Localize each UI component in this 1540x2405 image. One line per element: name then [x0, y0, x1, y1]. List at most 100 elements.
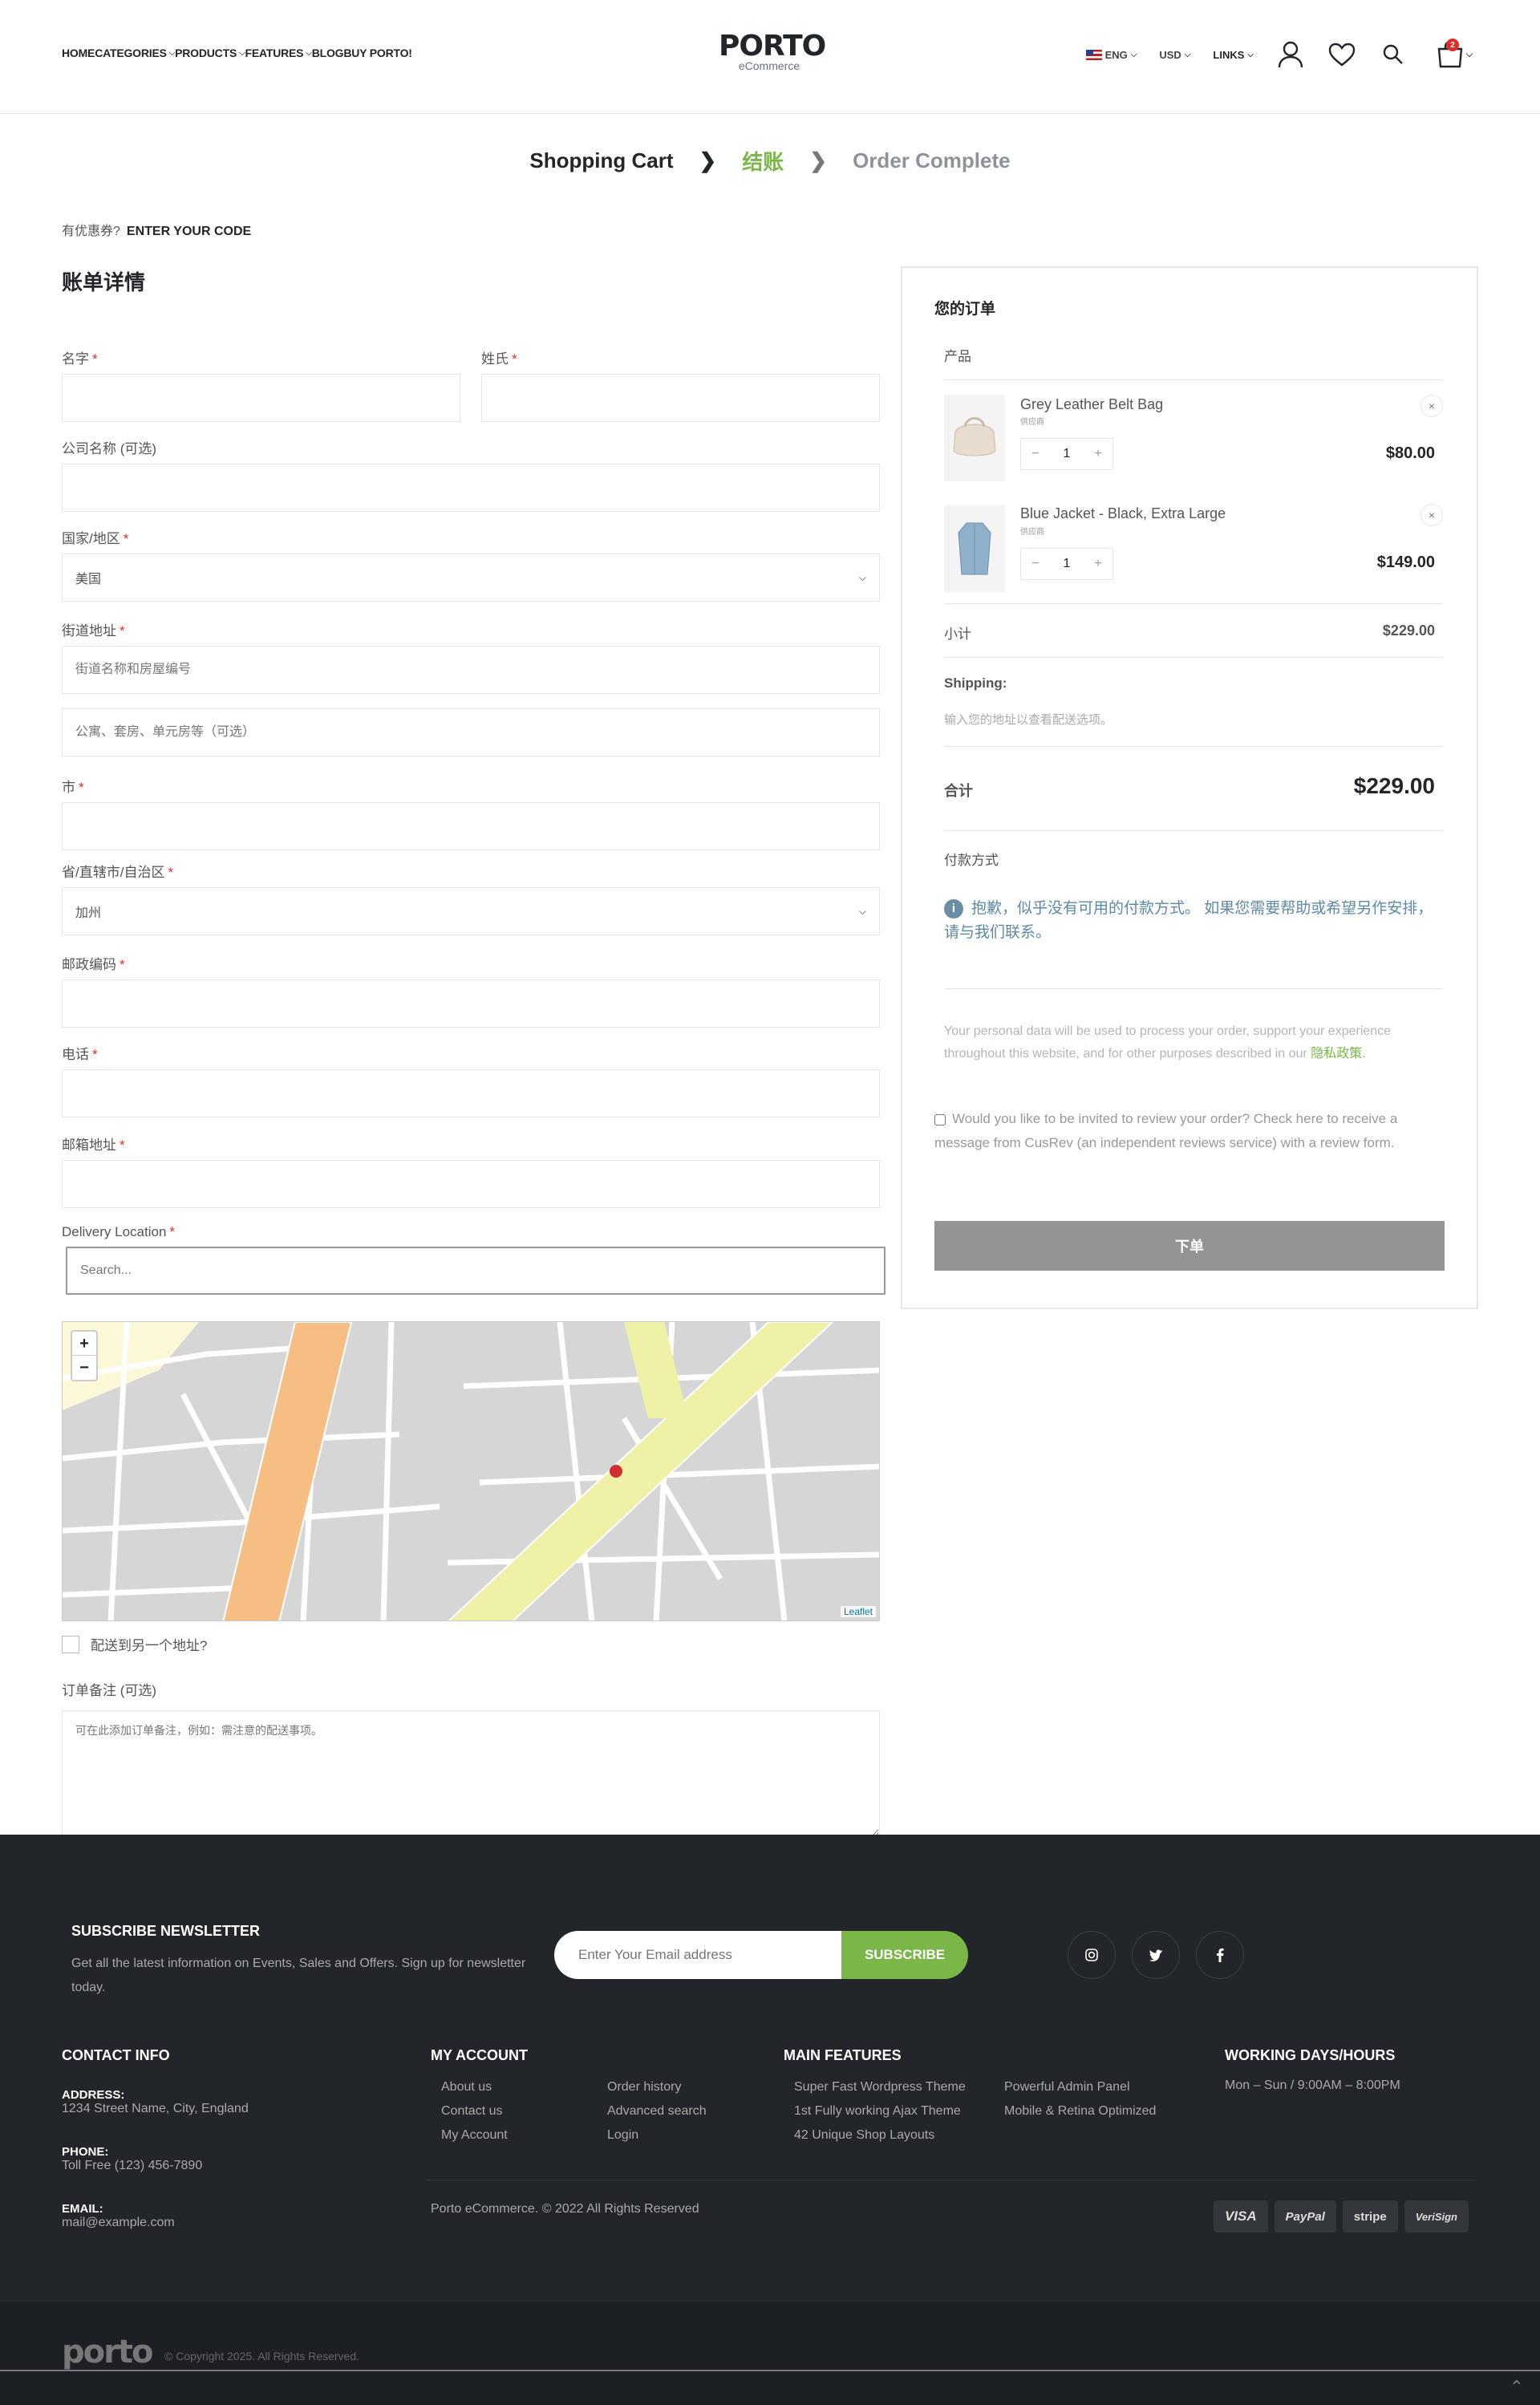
- label-text: 姓氏: [481, 351, 509, 367]
- header-tools: ENG ⌵ USD ⌵ LINKS ⌵ 2 ⌵: [1085, 39, 1478, 69]
- payment-logos: VISA PayPal stripe VeriSign: [1213, 2200, 1469, 2233]
- place-order-button[interactable]: 下单: [934, 1221, 1445, 1271]
- remove-item-button[interactable]: ×: [1420, 504, 1443, 526]
- privacy-policy-link[interactable]: 隐私政策.: [1311, 1047, 1365, 1061]
- site-logo[interactable]: PORTO eCommerce: [719, 30, 826, 73]
- product-thumbnail[interactable]: [944, 395, 1005, 481]
- nav-products[interactable]: PRODUCTS ⌵: [175, 47, 245, 59]
- delivery-search-input[interactable]: [66, 1247, 886, 1295]
- nav-blog[interactable]: BLOG: [312, 47, 344, 59]
- review-invite-checkbox[interactable]: [934, 1113, 946, 1125]
- remove-item-button[interactable]: ×: [1420, 395, 1443, 417]
- site-footer: SUBSCRIBE NEWSLETTER Get all the latest …: [0, 1835, 1540, 2405]
- zoom-out-button[interactable]: −: [72, 1356, 96, 1380]
- label-text: 省/直辖市/自治区: [62, 865, 165, 880]
- footer-link[interactable]: Advanced search: [607, 2099, 707, 2123]
- nav-label: FEATURES: [245, 47, 304, 59]
- total-value: $229.00: [1353, 773, 1435, 798]
- step-shopping-cart[interactable]: Shopping Cart: [529, 148, 673, 173]
- links-menu[interactable]: LINKS ⌵: [1213, 49, 1254, 61]
- first-name-field[interactable]: [62, 374, 460, 422]
- required-mark: *: [79, 780, 84, 795]
- product-thumbnail[interactable]: [944, 505, 1005, 592]
- footer-link[interactable]: Powerful Admin Panel: [1004, 2075, 1156, 2099]
- order-notes-textarea[interactable]: [62, 1710, 880, 1837]
- heart-icon[interactable]: [1327, 40, 1356, 69]
- phone-field[interactable]: [62, 1069, 880, 1117]
- map-zoom-control: + −: [71, 1330, 98, 1381]
- product-name[interactable]: Blue Jacket - Black, Extra Large: [1020, 505, 1226, 522]
- footer-link[interactable]: My Account: [441, 2123, 508, 2147]
- nav-features[interactable]: FEATURES ⌵: [245, 47, 311, 59]
- step-checkout[interactable]: 结账: [742, 146, 784, 176]
- twitter-icon[interactable]: [1132, 1931, 1180, 1979]
- map-attribution-link[interactable]: Leaflet: [840, 1606, 876, 1617]
- required-mark: *: [120, 957, 125, 972]
- visa-logo: VISA: [1213, 2200, 1268, 2233]
- map-tiles: [63, 1322, 879, 1620]
- currency-label: USD: [1159, 48, 1181, 61]
- enter-coupon-link[interactable]: ENTER YOUR CODE: [127, 225, 251, 238]
- privacy-notice: Your personal data will be used to proce…: [944, 1020, 1443, 1065]
- nav-buy-porto[interactable]: BUY PORTO!: [343, 47, 412, 59]
- currency-switcher[interactable]: USD ⌵: [1159, 49, 1190, 61]
- order-summary: 您的订单 产品 Grey Leather Belt Bag 供应商 × − 1 …: [901, 266, 1478, 1309]
- logo-text: PORTO: [719, 30, 826, 63]
- street2-field[interactable]: [62, 708, 880, 756]
- last-name-field[interactable]: [481, 374, 880, 422]
- instagram-icon[interactable]: [1068, 1931, 1116, 1979]
- country-value: 美国: [75, 573, 102, 586]
- email-value[interactable]: mail@example.com: [62, 2216, 249, 2230]
- required-mark: *: [512, 351, 517, 367]
- state-value: 加州: [75, 906, 102, 920]
- contact-title: CONTACT INFO: [62, 2047, 170, 2063]
- user-icon[interactable]: [1276, 40, 1305, 69]
- footer-link[interactable]: Contact us: [441, 2099, 508, 2123]
- payment-notice: i 抱歉，似乎没有可用的付款方式。 如果您需要帮助或希望另作安排，请与我们联系。: [944, 897, 1443, 945]
- phone-group: 电话 *: [62, 1043, 880, 1117]
- facebook-icon[interactable]: [1196, 1931, 1244, 1979]
- label-text: 邮箱地址: [62, 1138, 116, 1153]
- ship-different-checkbox[interactable]: [62, 1635, 79, 1653]
- nav-home[interactable]: HOME: [62, 47, 95, 59]
- nav-label: PRODUCTS: [175, 47, 237, 59]
- footer-link[interactable]: About us: [441, 2075, 508, 2099]
- label-text: 国家/地区: [62, 531, 120, 546]
- street-field[interactable]: [62, 646, 880, 694]
- scroll-to-top-icon[interactable]: ⌃: [1510, 2377, 1524, 2398]
- phone-label: 电话 *: [62, 1043, 880, 1063]
- decrease-qty-button[interactable]: −: [1021, 439, 1050, 469]
- increase-qty-button[interactable]: +: [1084, 549, 1112, 579]
- footer-link[interactable]: Order history: [607, 2075, 707, 2099]
- zoom-in-button[interactable]: +: [72, 1332, 96, 1356]
- company-field[interactable]: [62, 464, 880, 512]
- state-select[interactable]: 加州 ⌵: [62, 887, 880, 935]
- chevron-down-icon: ⌵: [1247, 50, 1254, 59]
- footer-logo[interactable]: porto: [62, 2334, 153, 2371]
- quantity-value[interactable]: 1: [1050, 439, 1084, 469]
- country-select[interactable]: 美国 ⌵: [62, 554, 880, 602]
- footer-link[interactable]: Super Fast Wordpress Theme: [794, 2075, 966, 2099]
- footer-link[interactable]: Mobile & Retina Optimized: [1004, 2099, 1156, 2123]
- city-field[interactable]: [62, 802, 880, 850]
- footer-copyright: Porto eCommerce. © 2022 All Rights Reser…: [431, 2202, 699, 2216]
- us-flag-icon: [1085, 49, 1102, 60]
- nav-categories[interactable]: CATEGORIES ⌵: [95, 47, 175, 59]
- decrease-qty-button[interactable]: −: [1021, 549, 1050, 579]
- delivery-map[interactable]: + − Leaflet: [62, 1321, 880, 1621]
- increase-qty-button[interactable]: +: [1084, 439, 1112, 469]
- close-icon: ×: [1428, 509, 1436, 521]
- postcode-field[interactable]: [62, 979, 880, 1028]
- newsletter-email-input[interactable]: [554, 1931, 843, 1979]
- language-switcher[interactable]: ENG ⌵: [1085, 49, 1137, 61]
- footer-link[interactable]: 1st Fully working Ajax Theme: [794, 2099, 966, 2123]
- footer-link[interactable]: 42 Unique Shop Layouts: [794, 2123, 966, 2147]
- cart-icon[interactable]: 2 ⌵: [1430, 39, 1478, 69]
- footer-link[interactable]: Login: [607, 2123, 707, 2147]
- required-mark: *: [169, 1224, 176, 1239]
- quantity-value[interactable]: 1: [1050, 549, 1084, 579]
- email-field[interactable]: [62, 1160, 880, 1208]
- search-icon[interactable]: [1379, 40, 1408, 69]
- subscribe-button[interactable]: SUBSCRIBE: [841, 1931, 968, 1979]
- product-name[interactable]: Grey Leather Belt Bag: [1020, 396, 1163, 413]
